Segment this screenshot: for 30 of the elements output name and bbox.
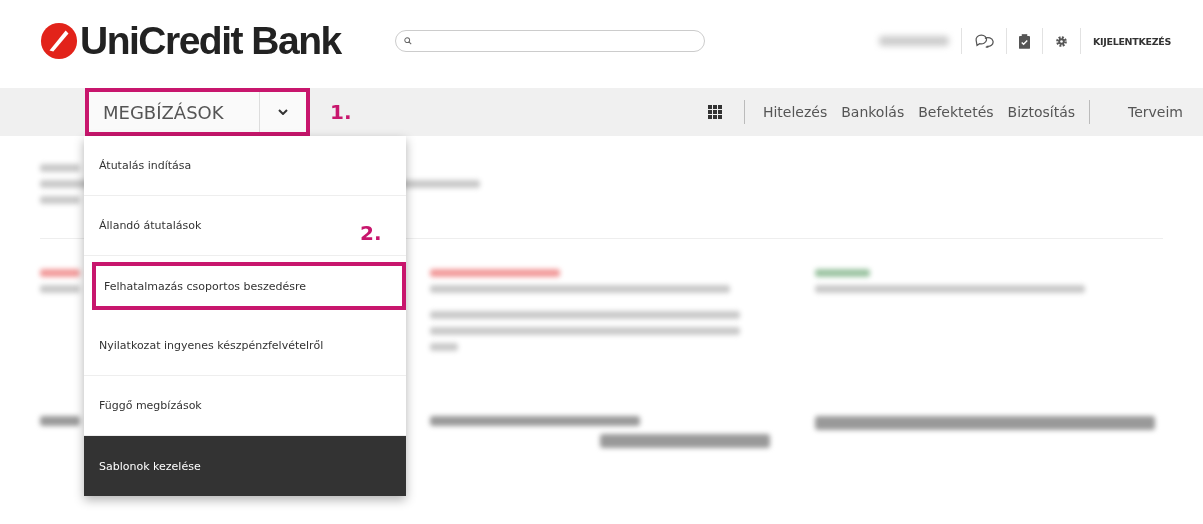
blurred-text — [40, 164, 80, 172]
logout-link[interactable]: KIJELENTKEZÉS — [1092, 35, 1171, 47]
menu-item[interactable]: Nyilatkozat ingyenes készpénzfelvételről — [84, 316, 406, 376]
blurred-text — [40, 416, 80, 426]
logo-text: UniCredit Bank — [80, 19, 341, 63]
search-icon — [404, 37, 412, 45]
blurred-username — [878, 36, 949, 46]
chat-icon[interactable] — [973, 34, 994, 48]
menu-item[interactable]: Átutalás indítása — [84, 136, 406, 196]
settings-icon[interactable] — [1054, 34, 1068, 48]
orders-menu-button[interactable]: MEGBÍZÁSOK — [85, 88, 310, 136]
grid-icon[interactable] — [707, 105, 722, 119]
step-label: 2. — [360, 221, 382, 245]
nav-link[interactable]: Bankolás — [841, 104, 905, 120]
nav-link[interactable]: Terveim — [1128, 104, 1183, 120]
caret-icon — [278, 109, 288, 115]
step-label: 1. — [330, 100, 352, 124]
blurred-text — [40, 269, 80, 277]
blurred-text — [40, 196, 80, 204]
blurred-text — [815, 269, 870, 277]
blurred-text — [430, 343, 458, 351]
nav-link[interactable]: Biztosítás — [1007, 104, 1076, 120]
logo-icon — [40, 22, 78, 60]
blurred-text — [40, 285, 80, 293]
nav-link[interactable]: Hitelezés — [762, 104, 828, 120]
menu-item[interactable]: Felhatalmazás csoportos beszedésre — [92, 262, 406, 310]
nav-link[interactable]: Befektetés — [918, 104, 994, 120]
bank-logo[interactable]: UniCredit Bank — [40, 19, 395, 63]
clipboard-icon[interactable] — [1018, 33, 1030, 49]
menu-item[interactable]: Sablonok kezelése — [84, 436, 406, 496]
